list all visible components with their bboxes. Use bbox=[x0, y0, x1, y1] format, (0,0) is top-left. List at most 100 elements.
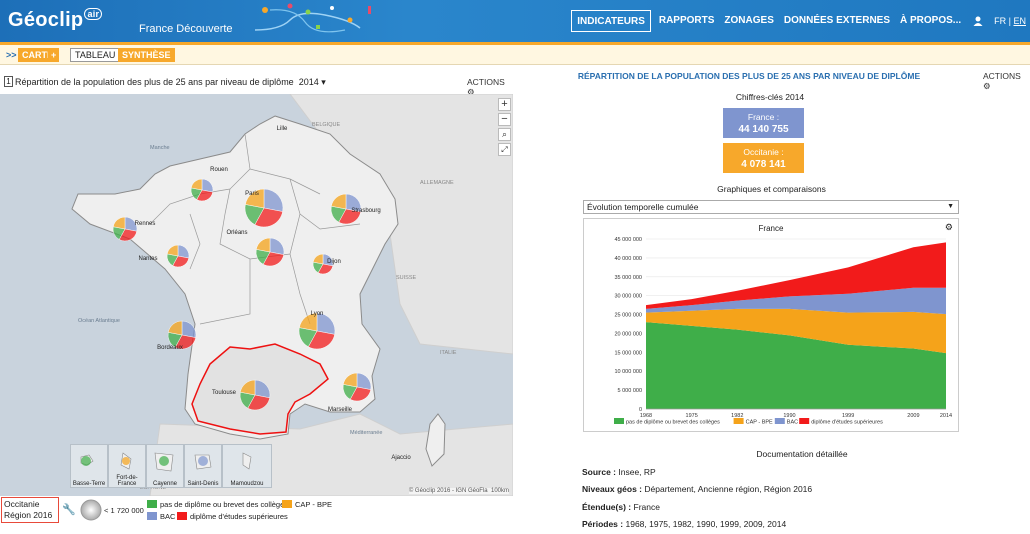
pie-slice[interactable] bbox=[181, 320, 197, 338]
doc-levels: Niveaux géos : Département, Ancienne rég… bbox=[582, 481, 1022, 499]
synthesis-panel: RÉPARTITION DE LA POPULATION DES PLUS DE… bbox=[514, 66, 1030, 529]
inset-label-mamoudzou: Mamoudzou bbox=[230, 481, 264, 487]
sea-atlantique: Océan Atlantique bbox=[78, 318, 120, 324]
legend-swatch bbox=[147, 512, 157, 520]
city-label: Rennes bbox=[135, 221, 156, 227]
france-map[interactable]: Lille Rouen Paris Strasbourg Rennes Orléans Na… bbox=[0, 94, 513, 496]
panel-gear-icon: ⚙ bbox=[983, 81, 991, 91]
chart-legend-label: CAP - BPE bbox=[746, 420, 773, 426]
inset-martinique[interactable]: Fort-de-France bbox=[108, 444, 146, 488]
tab-synthese[interactable]: SYNTHÈSE bbox=[118, 48, 175, 62]
city-label: Lyon bbox=[311, 311, 324, 317]
add-map-button[interactable]: + bbox=[48, 48, 60, 62]
city-label: Ajaccio bbox=[391, 455, 411, 461]
y-tick-label: 40 000 000 bbox=[614, 256, 642, 262]
chart-canvas: 05 000 00010 000 00015 000 00020 000 000… bbox=[614, 237, 952, 426]
map-panel: 1 Répartition de la population des plus … bbox=[0, 66, 513, 524]
header-decoration bbox=[254, 3, 371, 33]
doc-levels-label: Niveaux géos : bbox=[582, 484, 642, 494]
nav-zonages[interactable]: ZONAGES bbox=[719, 10, 778, 32]
y-tick-label: 15 000 000 bbox=[614, 350, 642, 356]
y-tick-label: 30 000 000 bbox=[614, 294, 642, 300]
legend-label: pas de diplôme ou brevet des collèges bbox=[160, 500, 288, 509]
doc-source-value: Insee, RP bbox=[618, 466, 656, 477]
circle-size-value: < 1 720 000 bbox=[104, 506, 144, 515]
app-logo[interactable]: Géoclip air bbox=[8, 8, 103, 32]
fullscreen-icon[interactable]: ⤢ bbox=[498, 143, 511, 156]
user-icon[interactable] bbox=[972, 15, 984, 27]
chart-legend-label: BAC bbox=[787, 420, 798, 426]
brand-name: Géoclip bbox=[8, 9, 84, 31]
legend-label: diplôme d'études supérieures bbox=[190, 512, 288, 521]
documentation: Documentation détaillée Source : Insee, … bbox=[582, 446, 1022, 534]
chart-legend-label: pas de diplôme ou brevet des collèges bbox=[626, 420, 720, 426]
inset-guyane[interactable]: Cayenne bbox=[146, 444, 184, 488]
country-italie: ITALIE bbox=[440, 350, 457, 356]
sea-mediterranee: Méditerranée bbox=[350, 430, 382, 436]
map-title[interactable]: Répartition de la population des plus de… bbox=[15, 77, 326, 88]
doc-extent-value: France bbox=[633, 501, 660, 512]
city-label: Toulouse bbox=[212, 390, 237, 396]
map-number: 1 bbox=[4, 76, 13, 87]
lang-en[interactable]: EN bbox=[1013, 16, 1026, 26]
inset-guadeloupe[interactable]: Basse-Terre bbox=[70, 444, 108, 488]
wrench-icon[interactable]: 🔧 bbox=[62, 503, 76, 516]
nav-a-propos[interactable]: À PROPOS... bbox=[895, 10, 966, 32]
chart-type-select[interactable]: Évolution temporelle cumulée ▼ bbox=[583, 200, 959, 214]
guyane-shape bbox=[154, 452, 174, 472]
inset-label-fort-de-france: Fort-de-France bbox=[116, 475, 138, 487]
x-tick-label: 1975 bbox=[686, 413, 698, 419]
map-attribution: © Géoclip 2016 - IGN GéoFla 100km bbox=[408, 488, 509, 494]
city-label: Paris bbox=[245, 191, 259, 197]
x-tick-label: 1999 bbox=[842, 413, 854, 419]
y-tick-label: 10 000 000 bbox=[614, 369, 642, 375]
chart-legend-label: diplôme d'études supérieures bbox=[811, 420, 883, 426]
zoom-in-button[interactable]: + bbox=[498, 98, 511, 111]
doc-periods-value: 1968, 1975, 1982, 1990, 1999, 2009, 2014 bbox=[625, 519, 787, 529]
lang-fr[interactable]: FR bbox=[994, 16, 1006, 26]
inset-mayotte[interactable]: Mamoudzou bbox=[222, 444, 272, 488]
chart-legend-swatch bbox=[614, 418, 624, 424]
nav-indicateurs[interactable]: INDICATEURS bbox=[571, 10, 651, 32]
year-dropdown-icon[interactable]: ▾ bbox=[319, 77, 326, 87]
legend-item: CAP - BPE bbox=[282, 500, 332, 509]
y-tick-label: 35 000 000 bbox=[614, 275, 642, 281]
doc-periods-label: Périodes : bbox=[582, 519, 624, 529]
main-nav: INDICATEURS RAPPORTS ZONAGES DONNÉES EXT… bbox=[571, 0, 1030, 42]
legend-swatch bbox=[147, 500, 157, 508]
doc-extent: Étendue(s) : France bbox=[582, 499, 1022, 517]
city-label: Orléans bbox=[226, 230, 247, 236]
inset-reunion[interactable]: Saint-Denis bbox=[184, 444, 222, 488]
france-value: 44 140 755 bbox=[738, 124, 789, 135]
inset-label-saint-denis: Saint-Denis bbox=[187, 481, 219, 487]
x-tick-label: 1968 bbox=[640, 413, 652, 419]
zoom-out-button[interactable]: − bbox=[498, 113, 511, 126]
circle-size-icon bbox=[80, 499, 102, 521]
map-legend: Occitanie Région 2016 🔧 < 1 720 000 pas d… bbox=[0, 496, 513, 524]
panel-actions[interactable]: ACTIONS ⚙ bbox=[983, 71, 1030, 92]
pie-slice[interactable] bbox=[167, 320, 183, 336]
map-canvas[interactable]: Lille Rouen Paris Strasbourg Rennes Orléans Na… bbox=[0, 94, 513, 496]
legend-item: diplôme d'études supérieures bbox=[177, 512, 288, 521]
chart-legend-swatch bbox=[774, 418, 785, 424]
nav-rapports[interactable]: RAPPORTS bbox=[654, 10, 720, 32]
region-value: 4 078 141 bbox=[741, 159, 786, 170]
tab-tableau[interactable]: TABLEAU bbox=[70, 48, 121, 62]
inset-label-basse-terre: Basse-Terre bbox=[72, 481, 106, 487]
legend-swatch bbox=[177, 512, 187, 520]
graphs-title: Graphiques et comparaisons bbox=[717, 184, 826, 194]
france-key-figure: France : 44 140 755 bbox=[723, 108, 804, 138]
city-label: Bordeaux bbox=[157, 345, 183, 351]
map-header: 1 Répartition de la population des plus … bbox=[0, 66, 513, 97]
search-icon[interactable]: ⌕ bbox=[498, 128, 511, 141]
country-belgique: BELGIQUE bbox=[312, 122, 340, 128]
selected-region-box[interactable]: Occitanie Région 2016 bbox=[1, 497, 59, 523]
doc-source: Source : Insee, RP bbox=[582, 464, 1022, 482]
year-selector[interactable]: 2014 bbox=[299, 77, 319, 87]
panel-actions-label: ACTIONS bbox=[983, 71, 1021, 81]
nav-donnees-externes[interactable]: DONNÉES EXTERNES bbox=[779, 10, 895, 32]
city-label: Nantes bbox=[138, 256, 157, 262]
y-tick-label: 45 000 000 bbox=[614, 237, 642, 243]
brand-badge: air bbox=[84, 8, 103, 20]
guadeloupe-shape bbox=[80, 454, 94, 466]
